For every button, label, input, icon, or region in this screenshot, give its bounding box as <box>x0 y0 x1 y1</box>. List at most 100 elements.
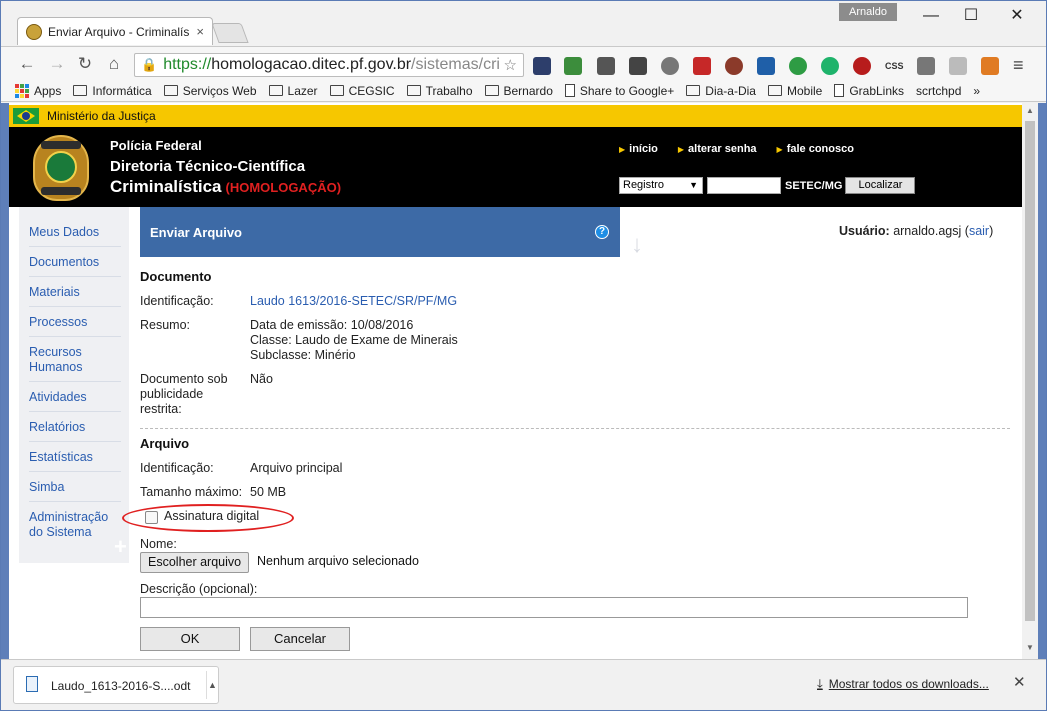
search-type-select[interactable]: Registro ▼ <box>619 177 703 194</box>
bookmark-folder-mobile[interactable]: Mobile <box>767 84 822 98</box>
back-icon[interactable]: ← <box>15 52 39 76</box>
address-bar[interactable]: 🔒 https:// homologacao.ditec.pf.gov.br /… <box>134 53 524 77</box>
bookmark-folder-dia-a-dia[interactable]: Dia-a-Dia <box>686 84 756 98</box>
description-input[interactable] <box>140 597 968 618</box>
folder-icon <box>484 85 499 96</box>
folder-icon <box>767 85 782 96</box>
user-info: Usuário: arnaldo.agsj (sair) <box>839 224 994 238</box>
sidebar-item-estatisticas[interactable]: Estatísticas <box>29 450 121 465</box>
localizar-button[interactable]: Localizar <box>845 177 916 194</box>
bookmark-star-icon[interactable]: ☆ <box>504 56 517 74</box>
bookmark-grablinks[interactable]: GrabLinks <box>834 84 904 98</box>
folder-icon <box>329 85 344 96</box>
sidebar-item-relatorios[interactable]: Relatórios <box>29 420 121 435</box>
reload-icon[interactable]: ↻ <box>73 52 97 76</box>
sidebar-item-recursos-humanos[interactable]: Recursos Humanos <box>29 345 121 375</box>
bookmark-folder-trabalho[interactable]: Trabalho <box>406 84 473 98</box>
sidebar-item-materiais[interactable]: Materiais <box>29 285 121 300</box>
restricted-label-3: restrita: <box>140 402 182 416</box>
logout-link[interactable]: sair <box>969 224 989 238</box>
link-label: fale conosco <box>786 143 854 155</box>
link-alterar-senha[interactable]: ▶ alterar senha <box>678 143 767 155</box>
file-name-label: Nome: <box>140 537 177 551</box>
bookmark-share-google[interactable]: Share to Google+ <box>564 83 675 98</box>
sidebar-divider <box>29 381 121 382</box>
restricted-label-2: publicidade <box>140 387 204 401</box>
ok-button[interactable]: OK <box>140 627 240 651</box>
sidebar-item-meus-dados[interactable]: Meus Dados <box>29 225 121 240</box>
extension-10-icon[interactable] <box>821 57 839 75</box>
extension-4-icon[interactable] <box>629 57 647 75</box>
bookmark-apps[interactable]: Apps <box>15 83 61 98</box>
folder-icon <box>268 85 283 96</box>
browser-tab[interactable]: Enviar Arquivo - Criminalís × <box>17 17 213 45</box>
sidebar-item-processos[interactable]: Processos <box>29 315 121 330</box>
extension-5-icon[interactable] <box>661 57 679 75</box>
bookmark-label: Bernardo <box>503 83 553 98</box>
search-input[interactable] <box>707 177 781 194</box>
bookmark-label: Share to Google+ <box>579 83 675 98</box>
scrollbar-thumb[interactable] <box>1025 121 1035 621</box>
sidebar-item-atividades[interactable]: Atividades <box>29 390 121 405</box>
select-value: Registro <box>623 179 664 191</box>
help-icon[interactable]: ? <box>595 225 609 239</box>
document-icon <box>26 676 38 692</box>
page-scrollbar[interactable]: ▲ ▼ <box>1022 103 1038 659</box>
bookmark-label: Dia-a-Dia <box>705 83 756 98</box>
header-links: ▶ início ▶ alterar senha ▶ fale conosco <box>619 143 874 155</box>
tab-close-icon[interactable]: × <box>196 24 204 39</box>
extension-9-icon[interactable] <box>789 57 807 75</box>
sidebar-item-administracao[interactable]: Administração do Sistema <box>29 510 121 540</box>
url-path: /sistemas/cri <box>411 56 500 73</box>
bookmark-folder-informatica[interactable]: Informática <box>73 84 152 98</box>
choose-file-button[interactable]: Escolher arquivo <box>140 552 250 573</box>
bookmark-folder-lazer[interactable]: Lazer <box>268 84 318 98</box>
new-tab-button[interactable] <box>211 23 249 43</box>
pf-favicon-icon <box>26 23 42 40</box>
extension-7-icon[interactable] <box>725 57 743 75</box>
directorate-name: Diretoria Técnico-Científica <box>110 158 306 175</box>
bookmark-folder-servicos-web[interactable]: Serviços Web <box>163 84 257 98</box>
link-fale-conosco[interactable]: ▶ fale conosco <box>777 143 864 155</box>
summary-class: Classe: Laudo de Exame de Minerais <box>250 333 458 347</box>
close-shelf-icon[interactable]: ✕ <box>1013 673 1026 691</box>
home-icon[interactable]: ⌂ <box>102 52 126 76</box>
zoom-extension-icon[interactable] <box>949 57 967 75</box>
extension-2-icon[interactable] <box>564 57 582 75</box>
url-host: homologacao.ditec.pf.gov.br <box>211 56 412 73</box>
doc-id-link[interactable]: Laudo 1613/2016-SETEC/SR/PF/MG <box>250 294 457 309</box>
close-window-button[interactable]: ✕ <box>994 1 1040 31</box>
ublock-extension-icon[interactable] <box>853 57 871 75</box>
digital-signature-label[interactable]: Assinatura digital <box>164 509 259 523</box>
bookmark-folder-bernardo[interactable]: Bernardo <box>484 83 553 98</box>
sidebar-item-simba[interactable]: Simba <box>29 480 121 495</box>
maximize-button[interactable]: ☐ <box>948 1 994 31</box>
extension-1-icon[interactable] <box>533 57 551 75</box>
title-bar: Enviar Arquivo - Criminalís × Arnaldo — … <box>1 1 1046 46</box>
forward-icon[interactable]: → <box>45 52 69 76</box>
css-extension-icon[interactable]: CSS <box>885 57 904 75</box>
extension-15-icon[interactable] <box>981 57 999 75</box>
digital-signature-checkbox[interactable] <box>145 511 158 524</box>
ministry-label: Ministério da Justiça <box>47 109 156 123</box>
bookmarks-overflow-button[interactable]: » <box>973 84 980 98</box>
gmail-extension-icon[interactable] <box>693 57 711 75</box>
chevron-up-icon[interactable]: ▲ <box>206 671 218 699</box>
chrome-menu-icon[interactable]: ≡ <box>1013 55 1024 76</box>
sidebar-item-documentos[interactable]: Documentos <box>29 255 121 270</box>
brazil-flag-icon <box>13 108 39 124</box>
link-inicio[interactable]: ▶ início <box>619 143 668 155</box>
bookmark-scrtchpd[interactable]: scrtchpd <box>916 84 961 98</box>
scroll-down-icon[interactable]: ▼ <box>1026 643 1034 652</box>
extension-8-icon[interactable] <box>757 57 775 75</box>
profile-badge[interactable]: Arnaldo <box>839 3 897 21</box>
extension-3-icon[interactable] <box>597 57 615 75</box>
download-item[interactable]: Laudo_1613-2016-S....odt ▲ <box>13 666 219 704</box>
extension-13-icon[interactable] <box>917 57 935 75</box>
scroll-up-icon[interactable]: ▲ <box>1026 106 1034 115</box>
show-all-downloads-link[interactable]: ⤓ Mostrar todos os downloads... <box>817 676 989 692</box>
restricted-value: Não <box>250 372 273 386</box>
cancel-button[interactable]: Cancelar <box>250 627 350 651</box>
bookmark-folder-cegsic[interactable]: CEGSIC <box>329 84 395 98</box>
plus-icon: + <box>114 534 127 559</box>
